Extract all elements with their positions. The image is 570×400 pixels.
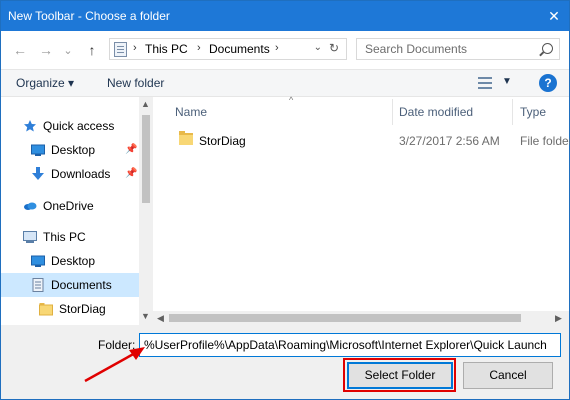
cloud-icon [24, 202, 37, 210]
file-date-modified: 3/27/2017 2:56 AM [399, 134, 500, 148]
pin-icon[interactable]: 📌 [125, 144, 137, 155]
breadcrumb-documents[interactable]: Documents [209, 42, 270, 56]
sidebar-item-this-pc[interactable]: This PC [1, 225, 139, 249]
star-icon [24, 120, 36, 132]
sidebar-item-stordiag[interactable]: StorDiag [1, 297, 139, 321]
sidebar-item-this-pc-desktop[interactable]: Desktop [1, 249, 139, 273]
sidebar-item-label: Desktop [51, 143, 96, 157]
scroll-right-arrow[interactable]: ▶ [555, 313, 562, 324]
scroll-down-arrow[interactable]: ▼ [141, 311, 150, 321]
breadcrumb-separator[interactable]: › [275, 42, 279, 54]
breadcrumb-this-pc[interactable]: This PC [145, 42, 188, 56]
sidebar-item-label: This PC [43, 230, 86, 244]
scrollbar-thumb[interactable] [169, 314, 521, 322]
document-icon [32, 278, 44, 292]
sidebar-item-label: OneDrive [43, 199, 94, 213]
column-divider[interactable] [392, 99, 393, 125]
command-bar: Organize ▾ New folder ▼ ? [1, 69, 569, 97]
file-type: File folder [520, 134, 570, 148]
help-icon[interactable]: ? [539, 74, 557, 92]
download-icon [32, 167, 44, 180]
refresh-button[interactable]: ↻ [326, 41, 342, 57]
computer-icon [23, 231, 37, 243]
navigation-bar: ← → ⌄ ↑ › This PC › Documents › ⌄ ↻ Sear… [1, 31, 569, 69]
back-button[interactable]: ← [11, 41, 29, 59]
sidebar-item-label: Downloads [51, 167, 111, 181]
file-row-stordiag[interactable]: StorDiag 3/27/2017 2:56 AM File folder [173, 130, 570, 152]
sidebar-item-documents[interactable]: Documents [1, 273, 139, 297]
folder-icon [39, 303, 53, 316]
title-bar: New Toolbar - Choose a folder ✕ [1, 1, 569, 31]
folder-path-input[interactable] [140, 334, 560, 356]
file-list-horizontal-scrollbar[interactable]: ◀ ▶ [153, 311, 569, 325]
window-title: New Toolbar - Choose a folder [8, 9, 170, 23]
breadcrumb-separator[interactable]: › [197, 42, 201, 54]
navigation-pane-scrollbar[interactable]: ▲ ▼ [139, 97, 153, 325]
folder-icon [179, 131, 193, 145]
folder-path-field[interactable] [139, 333, 561, 357]
breadcrumb-separator[interactable]: › [133, 42, 137, 54]
up-button[interactable]: ↑ [83, 41, 101, 59]
view-options-icon[interactable] [478, 77, 492, 89]
navigation-pane: Quick access Desktop 📌 Downloads 📌 OneDr… [1, 97, 153, 325]
search-box[interactable]: Search Documents [356, 38, 560, 60]
new-folder-button[interactable]: New folder [107, 76, 164, 90]
column-header-type[interactable]: Type [520, 105, 546, 119]
recent-locations-button[interactable]: ⌄ [59, 41, 77, 59]
scroll-up-arrow[interactable]: ▲ [141, 99, 150, 109]
annotation-arrow-icon [84, 347, 145, 383]
scrollbar-thumb[interactable] [142, 115, 150, 203]
choose-folder-dialog: New Toolbar - Choose a folder ✕ ← → ⌄ ↑ … [0, 0, 570, 400]
desktop-icon [31, 255, 45, 267]
forward-button[interactable]: → [37, 41, 55, 59]
column-divider[interactable] [512, 99, 513, 125]
column-header-date-modified[interactable]: Date modified [399, 105, 473, 119]
search-icon[interactable] [542, 43, 553, 54]
pin-icon[interactable]: 📌 [125, 168, 137, 179]
search-input[interactable]: Search Documents [365, 42, 467, 56]
annotation-highlight-box [343, 358, 456, 392]
column-header-name[interactable]: Name [175, 105, 207, 119]
sidebar-item-desktop[interactable]: Desktop 📌 [1, 138, 139, 162]
sidebar-item-label: Documents [51, 278, 112, 292]
address-dropdown-button[interactable]: ⌄ [314, 42, 322, 53]
sidebar-item-quick-access[interactable]: Quick access [1, 114, 139, 138]
file-name: StorDiag [199, 134, 246, 148]
desktop-icon [31, 144, 45, 156]
sidebar-item-label: Quick access [43, 119, 115, 133]
sidebar-item-label: Desktop [51, 254, 96, 268]
sort-ascending-icon: ^ [289, 95, 294, 105]
view-dropdown-button[interactable]: ▼ [502, 76, 512, 87]
address-bar[interactable]: › This PC › Documents › ⌄ ↻ [109, 38, 347, 60]
sidebar-item-onedrive[interactable]: OneDrive [1, 194, 139, 218]
file-list: Name ^ Date modified Type StorDiag 3/27/… [153, 95, 570, 325]
scroll-left-arrow[interactable]: ◀ [157, 313, 164, 324]
organize-menu[interactable]: Organize ▾ [16, 76, 74, 90]
close-button[interactable]: ✕ [539, 1, 569, 31]
documents-location-icon [114, 42, 127, 57]
cancel-button[interactable]: Cancel [463, 362, 553, 389]
sidebar-item-downloads[interactable]: Downloads 📌 [1, 162, 139, 186]
sidebar-item-label: StorDiag [59, 302, 106, 316]
